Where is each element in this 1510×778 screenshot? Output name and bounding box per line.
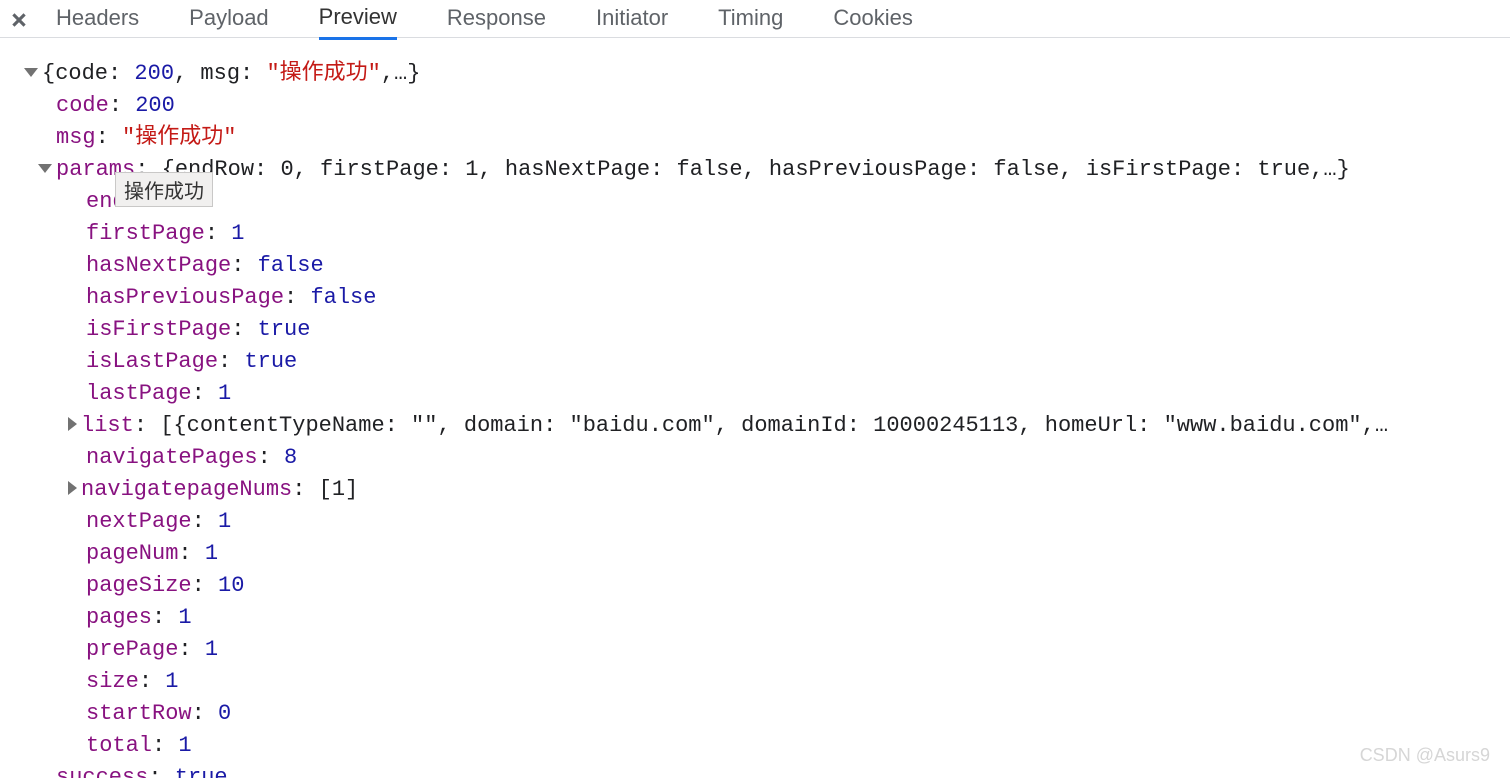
kv-total[interactable]: total: 1: [6, 730, 1504, 762]
tab-payload[interactable]: Payload: [189, 0, 269, 38]
kv-msg[interactable]: msg: "操作成功": [6, 122, 1504, 154]
tab-headers[interactable]: Headers: [56, 0, 139, 38]
chevron-down-icon[interactable]: [24, 68, 38, 77]
root-object[interactable]: {code: 200, msg: "操作成功",…}: [6, 58, 1504, 90]
kv-success[interactable]: success: true: [6, 762, 1504, 778]
kv-firstPage[interactable]: firstPage: 1: [6, 218, 1504, 250]
kv-code[interactable]: code: 200: [6, 90, 1504, 122]
kv-startRow[interactable]: startRow: 0: [6, 698, 1504, 730]
kv-hasPreviousPage[interactable]: hasPreviousPage: false: [6, 282, 1504, 314]
tab-preview[interactable]: Preview: [319, 0, 397, 40]
kv-pages[interactable]: pages: 1: [6, 602, 1504, 634]
kv-endRow[interactable]: endRow: 0: [6, 186, 1504, 218]
kv-navigatepageNums[interactable]: navigatepageNums: [1]: [6, 474, 1504, 506]
kv-isLastPage[interactable]: isLastPage: true: [6, 346, 1504, 378]
kv-pageSize[interactable]: pageSize: 10: [6, 570, 1504, 602]
kv-navigatePages[interactable]: navigatePages: 8: [6, 442, 1504, 474]
close-icon[interactable]: [12, 13, 26, 27]
kv-list[interactable]: list: [{contentTypeName: "", domain: "ba…: [6, 410, 1504, 442]
tab-cookies[interactable]: Cookies: [833, 0, 912, 38]
kv-pageNum[interactable]: pageNum: 1: [6, 538, 1504, 570]
chevron-right-icon[interactable]: [68, 417, 77, 431]
tab-initiator[interactable]: Initiator: [596, 0, 668, 38]
kv-size[interactable]: size: 1: [6, 666, 1504, 698]
preview-pane: {code: 200, msg: "操作成功",…} code: 200 msg…: [0, 38, 1510, 778]
kv-lastPage[interactable]: lastPage: 1: [6, 378, 1504, 410]
chevron-down-icon[interactable]: [38, 164, 52, 173]
kv-hasNextPage[interactable]: hasNextPage: false: [6, 250, 1504, 282]
chevron-right-icon[interactable]: [68, 481, 77, 495]
tab-timing[interactable]: Timing: [718, 0, 783, 38]
kv-prePage[interactable]: prePage: 1: [6, 634, 1504, 666]
kv-nextPage[interactable]: nextPage: 1: [6, 506, 1504, 538]
kv-params[interactable]: params: {endRow: 0, firstPage: 1, hasNex…: [6, 154, 1504, 186]
devtools-tabs: Headers Payload Preview Response Initiat…: [0, 0, 1510, 38]
kv-isFirstPage[interactable]: isFirstPage: true: [6, 314, 1504, 346]
hover-tooltip: 操作成功: [115, 172, 213, 207]
watermark: CSDN @Asurs9: [1360, 745, 1490, 766]
tab-response[interactable]: Response: [447, 0, 546, 38]
